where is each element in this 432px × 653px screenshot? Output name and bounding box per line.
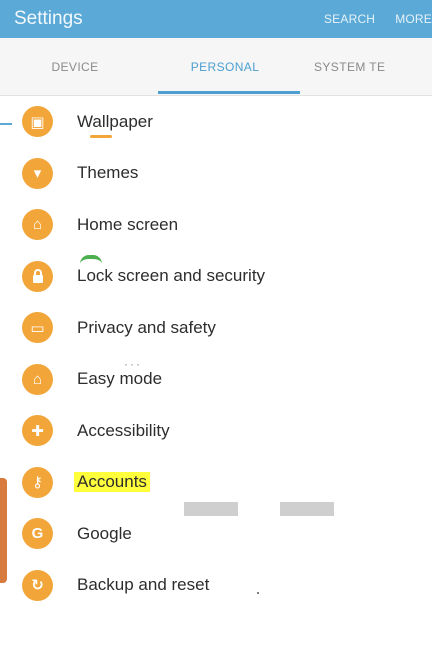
artifact-green: [80, 255, 102, 264]
list-item-themes[interactable]: ▾ Themes: [0, 148, 432, 200]
list-item-label: Backup and reset: [77, 575, 210, 595]
tab-bar: DEVICE PERSONAL SYSTEM TE: [0, 38, 432, 96]
list-item-accounts[interactable]: ⚷ Accounts: [0, 457, 432, 509]
list-item-label: Themes: [77, 163, 139, 183]
more-button[interactable]: MORE: [395, 12, 432, 26]
tab-system[interactable]: SYSTEM TE: [300, 38, 432, 95]
list-item-backup[interactable]: ↻ Backup and reset: [0, 560, 432, 612]
redaction-block: [280, 502, 334, 516]
settings-list: ▣ Wallpaper ▾ Themes ⌂ Home screen Lock …: [0, 96, 432, 611]
redaction-block: [184, 502, 238, 516]
list-item-accessibility[interactable]: ✚ Accessibility: [0, 405, 432, 457]
wallpaper-icon: ▣: [22, 106, 53, 138]
list-item-easy-mode[interactable]: ⌂ Easy mode: [0, 354, 432, 406]
app-actions: SEARCH MORE: [304, 0, 432, 38]
app-bar: Settings SEARCH MORE: [0, 0, 432, 38]
list-item-home-screen[interactable]: ⌂ Home screen: [0, 199, 432, 251]
list-item-label: Accounts: [74, 472, 150, 493]
artifact-dot: [257, 592, 259, 594]
edge-panel-handle[interactable]: [0, 478, 7, 583]
list-item-label: Wallpaper: [77, 111, 153, 131]
list-item-label: Google: [77, 523, 132, 543]
tab-personal[interactable]: PERSONAL: [150, 38, 300, 95]
search-button[interactable]: SEARCH: [324, 12, 375, 26]
app-title: Settings: [14, 8, 83, 29]
list-item-wallpaper[interactable]: ▣ Wallpaper: [0, 96, 432, 148]
active-tab-indicator: [158, 91, 300, 94]
list-item-label: Accessibility: [77, 420, 170, 440]
artifact-dots: ···: [124, 357, 142, 371]
list-item-label: Home screen: [77, 214, 179, 234]
home-icon: ⌂: [22, 209, 53, 241]
list-item-label: Privacy and safety: [77, 317, 216, 337]
list-item-privacy[interactable]: ▭ Privacy and safety: [0, 302, 432, 354]
privacy-icon: ▭: [22, 312, 53, 344]
easy-mode-icon: ⌂: [22, 363, 53, 395]
themes-icon: ▾: [22, 157, 53, 189]
tab-device[interactable]: DEVICE: [0, 38, 150, 95]
list-item-label: Easy mode: [77, 369, 163, 389]
lock-icon: [22, 260, 53, 292]
list-item-label: Lock screen and security: [77, 266, 266, 286]
list-item-lock-screen[interactable]: Lock screen and security: [0, 251, 432, 303]
accessibility-icon: ✚: [22, 415, 53, 447]
lock-glyph: [32, 269, 43, 284]
artifact-orange: [90, 135, 112, 138]
backup-icon: ↻: [22, 569, 53, 601]
google-icon: G: [22, 518, 53, 550]
key-icon: ⚷: [22, 466, 53, 498]
